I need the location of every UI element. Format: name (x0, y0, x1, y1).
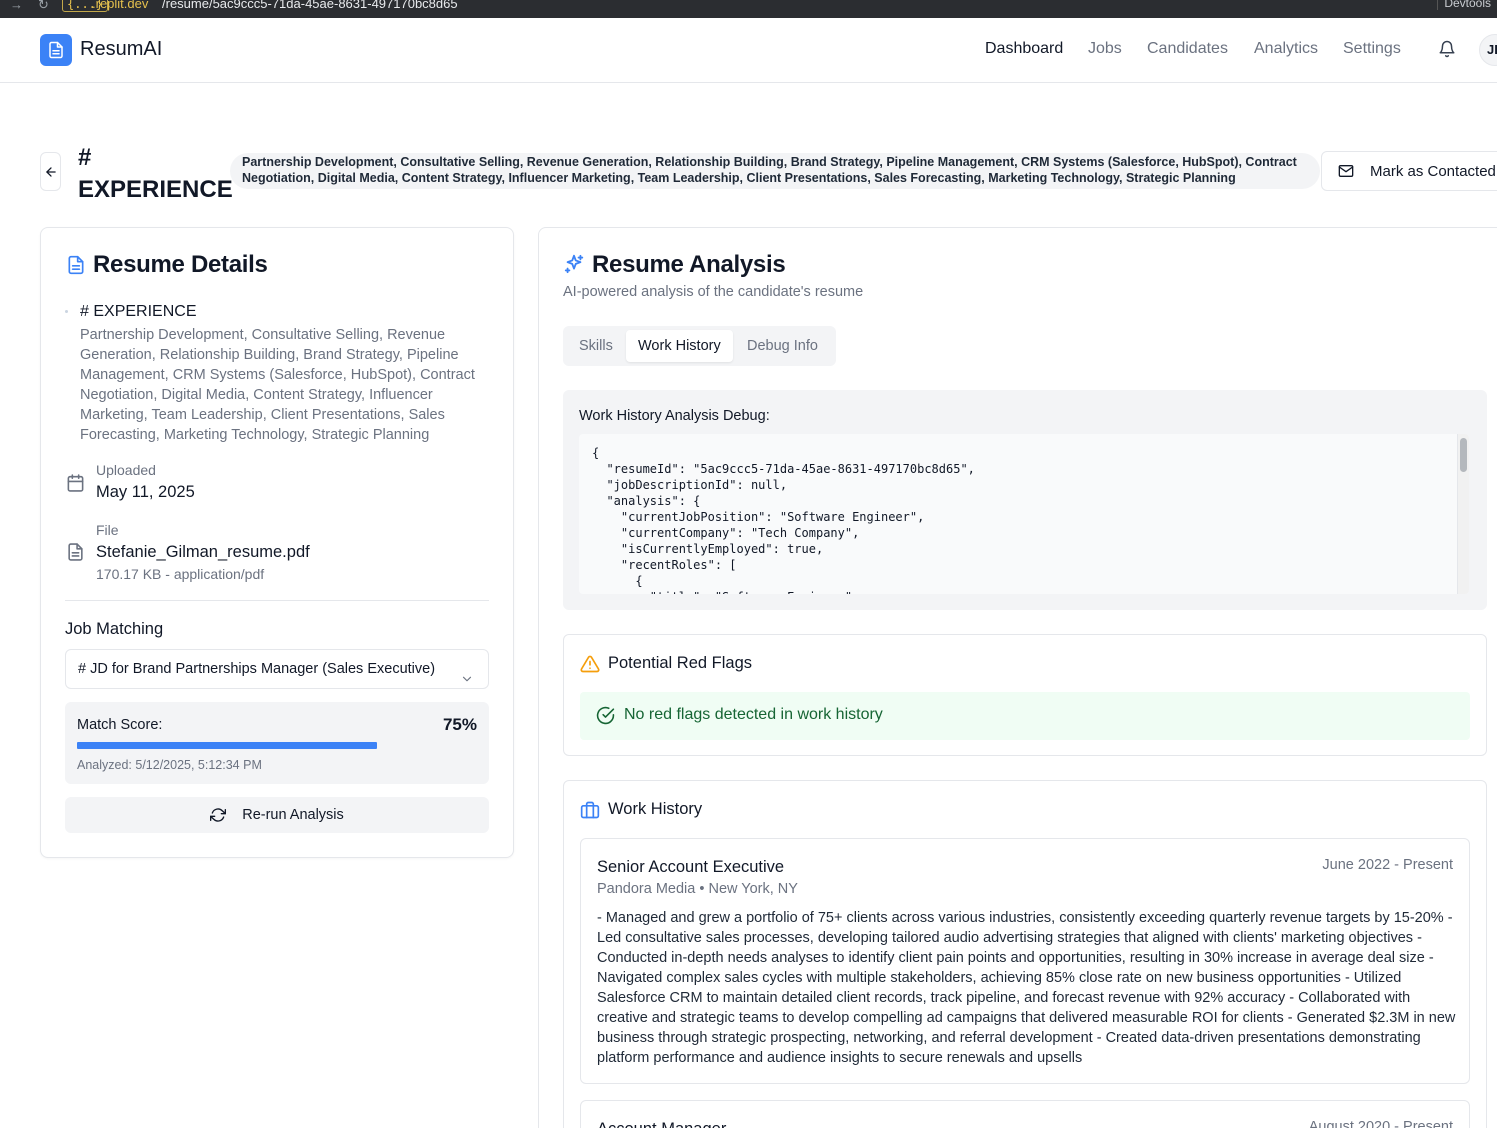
experience-heading: # EXPERIENCE (80, 303, 197, 320)
mark-contacted-label: Mark as Contacted (1370, 162, 1496, 180)
file-meta: 170.17 KB - application/pdf (96, 566, 265, 582)
nav-settings[interactable]: Settings (1343, 40, 1401, 58)
avatar[interactable]: JD (1479, 34, 1497, 66)
scrollbar[interactable] (1457, 434, 1469, 594)
job-description-select[interactable]: # JD for Brand Partnerships Manager (Sal… (65, 649, 489, 689)
resume-details-title: Resume Details (93, 251, 268, 278)
match-score-bar (77, 742, 477, 750)
rerun-analysis-label: Re-run Analysis (242, 807, 344, 823)
file-label: File (96, 522, 119, 538)
check-circle-icon (596, 706, 615, 730)
forward-icon[interactable]: → (10, 0, 23, 12)
tab-skills[interactable]: Skills (567, 330, 625, 362)
app-name[interactable]: ResumAI (80, 38, 162, 61)
mail-icon (1338, 165, 1354, 177)
resume-analysis-subtitle: AI-powered analysis of the candidate's r… (563, 284, 864, 300)
url-host[interactable]: .replit.dev (92, 0, 148, 11)
no-red-flags-banner: No red flags detected in work history (580, 692, 1470, 740)
arrow-left-icon (45, 166, 56, 177)
sparkles-icon (563, 253, 585, 280)
match-score-label: Match Score: (77, 717, 163, 733)
job-company: Pandora Media • New York, NY (597, 881, 798, 897)
job-description: - Managed and grew a portfolio of 75+ cl… (597, 910, 1456, 1066)
rerun-analysis-button[interactable]: Re-run Analysis (65, 797, 489, 833)
reload-icon[interactable]: ↻ (38, 0, 49, 13)
nav-dashboard[interactable]: Dashboard (985, 40, 1063, 58)
nav-analytics[interactable]: Analytics (1254, 40, 1318, 58)
no-red-flags-text: No red flags detected in work history (624, 706, 883, 723)
work-history-title: Work History (608, 800, 703, 818)
debug-json-viewer[interactable]: { "resumeId": "5ac9ccc5-71da-45ae-8631-4… (579, 434, 1469, 594)
work-history-section: Work History Senior Account Executive Ju… (563, 780, 1487, 1128)
tab-work-history[interactable]: Work History (626, 330, 733, 362)
file-name[interactable]: Stefanie_Gilman_resume.pdf (96, 543, 310, 562)
job-date: June 2022 - Present (1322, 857, 1453, 873)
logo-icon[interactable] (40, 34, 72, 66)
analysis-tabs: Skills Work History Debug Info (563, 326, 836, 366)
bullet-dot (65, 310, 68, 313)
job-select-value: # JD for Brand Partnerships Manager (Sal… (78, 661, 436, 677)
url-path[interactable]: /resume/5ac9ccc5-71da-45ae-8631-497170bc… (162, 0, 458, 11)
tab-debug-info[interactable]: Debug Info (735, 330, 830, 362)
alert-triangle-icon (580, 654, 600, 679)
resume-details-card: Resume Details # EXPERIENCE Partnership … (40, 227, 514, 858)
file-icon (66, 542, 85, 567)
debug-title: Work History Analysis Debug: (579, 408, 770, 424)
uploaded-label: Uploaded (96, 462, 156, 478)
match-score-panel: Match Score: 75% Analyzed: 5/12/2025, 5:… (65, 702, 489, 784)
match-score-fill (77, 742, 377, 749)
divider (65, 600, 489, 601)
refresh-icon (210, 808, 227, 822)
skills-badge: Partnership Development, Consultative Se… (230, 153, 1320, 189)
resume-analysis-title: Resume Analysis (592, 251, 786, 278)
job-date: August 2020 - Present (1308, 1119, 1453, 1128)
chevron-down-icon (460, 663, 474, 701)
app-header: ResumAI Dashboard Jobs Candidates Analyt… (0, 18, 1497, 83)
file-text-icon (66, 254, 86, 281)
nav-candidates[interactable]: Candidates (1147, 40, 1228, 58)
job-card: Account Manager August 2020 - Present (580, 1100, 1470, 1128)
match-score-value: 75% (442, 715, 477, 734)
analyzed-timestamp: Analyzed: 5/12/2025, 5:12:34 PM (77, 758, 262, 772)
page-title: # EXPERIENCE (78, 144, 233, 203)
job-matching-label: Job Matching (65, 620, 164, 638)
bell-icon[interactable] (1438, 40, 1456, 63)
job-title: Senior Account Executive (597, 858, 785, 876)
browser-toolbar: → ↻ {...} .replit.dev /resume/5ac9ccc5-7… (0, 0, 1497, 18)
debug-panel: Work History Analysis Debug: { "resumeId… (563, 390, 1487, 610)
mark-contacted-button[interactable]: Mark as Contacted (1321, 151, 1497, 191)
experience-text: Partnership Development, Consultative Se… (80, 327, 475, 443)
briefcase-icon (580, 800, 600, 825)
back-button[interactable] (40, 152, 61, 191)
red-flags-title: Potential Red Flags (608, 654, 752, 672)
job-title: Account Manager (597, 1120, 726, 1128)
job-card: Senior Account Executive June 2022 - Pre… (580, 838, 1470, 1084)
devtools-button[interactable]: Devtools (1437, 0, 1497, 10)
calendar-icon (66, 473, 85, 498)
scrollbar-thumb[interactable] (1460, 438, 1467, 472)
resume-analysis-card: Resume Analysis AI-powered analysis of t… (538, 227, 1497, 1128)
red-flags-section: Potential Red Flags No red flags detecte… (563, 634, 1487, 756)
debug-json: { "resumeId": "5ac9ccc5-71da-45ae-8631-4… (592, 446, 975, 594)
nav-jobs[interactable]: Jobs (1088, 40, 1122, 58)
uploaded-date: May 11, 2025 (96, 483, 195, 501)
